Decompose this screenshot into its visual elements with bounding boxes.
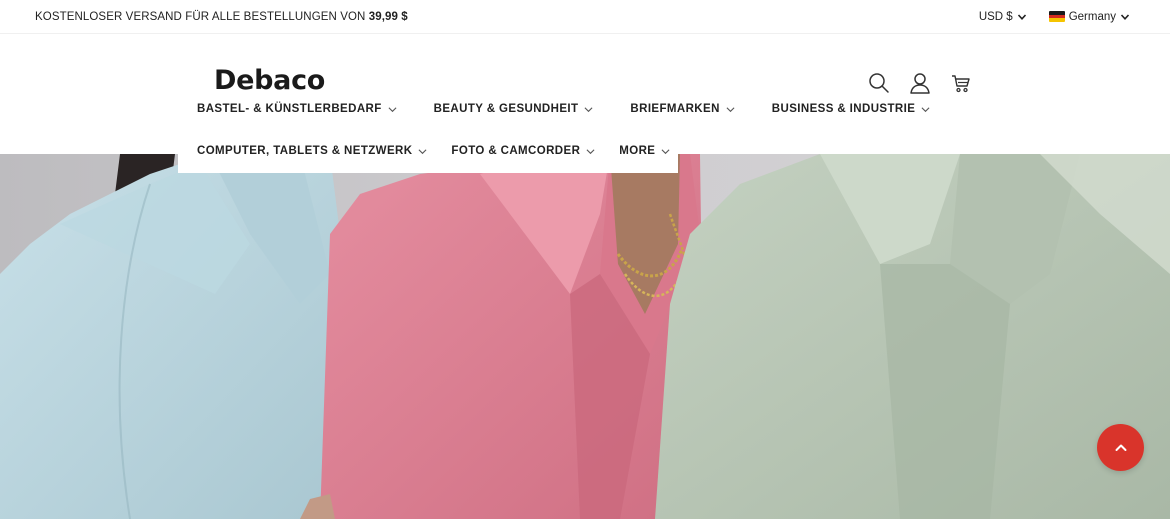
hero-image xyxy=(0,154,1170,519)
back-to-top-button[interactable] xyxy=(1097,424,1144,471)
nav-item-computer[interactable]: COMPUTER, TABLETS & NETZWERK xyxy=(197,145,427,157)
main-nav-row-1: BASTEL- & KÜNSTLERBEDARF BEAUTY & GESUND… xyxy=(197,103,967,115)
site-header: Debaco BASTEL- & KÜNSTLERBEDARF BEAUTY &… xyxy=(0,35,1170,154)
main-nav-row-2: COMPUTER, TABLETS & NETZWERK FOTO & CAMC… xyxy=(197,145,694,157)
chevron-down-icon xyxy=(418,148,427,154)
country-label: Germany xyxy=(1068,10,1116,23)
chevron-down-icon xyxy=(921,106,930,112)
nav-item-beauty[interactable]: BEAUTY & GESUNDHEIT xyxy=(434,103,594,115)
user-icon[interactable] xyxy=(909,72,931,94)
chevron-down-icon xyxy=(388,106,397,112)
chevron-down-icon xyxy=(1017,13,1026,20)
chevron-down-icon xyxy=(586,148,595,154)
currency-selector[interactable]: USD $ xyxy=(979,11,1027,23)
header-actions xyxy=(868,72,972,94)
search-icon[interactable] xyxy=(868,72,890,94)
nav-item-foto[interactable]: FOTO & CAMCORDER xyxy=(451,145,595,157)
site-logo[interactable]: Debaco xyxy=(214,65,325,96)
chevron-down-icon xyxy=(584,106,593,112)
chevron-down-icon xyxy=(661,148,670,154)
currency-label: USD $ xyxy=(978,10,1013,23)
shipping-threshold: 39,99 $ xyxy=(368,10,408,23)
shipping-announcement: KOSTENLOSER VERSAND FÜR ALLE BESTELLUNGE… xyxy=(35,10,408,23)
nav-item-more[interactable]: MORE xyxy=(619,145,670,157)
cart-icon[interactable] xyxy=(950,72,972,94)
hero-banner xyxy=(0,154,1170,519)
announcement-bar: KOSTENLOSER VERSAND FÜR ALLE BESTELLUNGE… xyxy=(0,0,1170,34)
nav-item-business[interactable]: BUSINESS & INDUSTRIE xyxy=(772,103,930,115)
nav-item-briefmarken[interactable]: BRIEFMARKEN xyxy=(630,103,735,115)
chevron-down-icon xyxy=(1120,13,1130,20)
nav-item-bastel[interactable]: BASTEL- & KÜNSTLERBEDARF xyxy=(197,103,397,115)
germany-flag-icon xyxy=(1048,11,1065,22)
country-selector[interactable]: Germany xyxy=(1048,10,1130,23)
chevron-up-icon xyxy=(1115,444,1126,451)
chevron-down-icon xyxy=(726,106,735,112)
